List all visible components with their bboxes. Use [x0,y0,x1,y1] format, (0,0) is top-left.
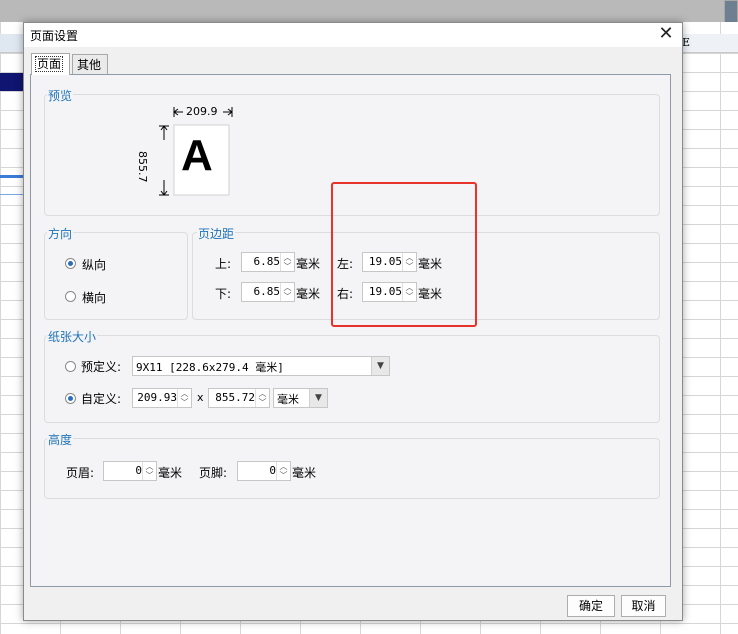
preview-height-label: 855.7 [136,151,149,183]
page-setup-dialog: 页面设置 ✕ 页面 其他 预览 209.9 855.7 A 方向 纵向 横向 页… [23,22,683,621]
custom-width-value: 209.93 [137,391,177,404]
header-stepper[interactable]: 0 ︿ ﹀ [103,461,157,481]
tab-page[interactable]: 页面 [31,53,70,75]
custom-width-stepper[interactable]: 209.93 ︿ ﹀ [132,388,192,408]
paper-size-group-title: 纸张大小 [47,328,98,345]
preset-radio[interactable] [65,361,76,372]
dialog-title: 页面设置 [30,29,79,43]
chevron-down-icon[interactable]: ▼ [371,357,389,375]
annotation-highlight-box [331,182,477,327]
footer-value: 0 [269,464,276,477]
stepper-arrows-icon[interactable]: ︿ ﹀ [280,283,294,301]
tab-other-label: 其他 [77,58,102,72]
margin-bottom-unit: 毫米 [296,287,321,301]
selection-indicator-thin [0,194,24,195]
margin-bottom-value: 6.85 [253,285,281,298]
portrait-label[interactable]: 纵向 [82,256,106,273]
custom-radio[interactable] [65,393,76,404]
paper-size-group [44,335,660,423]
tab-panel-page: 预览 209.9 855.7 A 方向 纵向 横向 页边距 上: 6.85 ︿ … [30,74,671,587]
header-value: 0 [135,464,142,477]
app-top-bar [0,0,738,22]
stepper-arrows-icon[interactable]: ︿ ﹀ [280,253,294,271]
landscape-radio[interactable] [65,291,76,302]
unit-select[interactable]: 毫米 ▼ [273,388,328,408]
portrait-radio[interactable] [65,258,76,269]
preview-sample-letter: A [181,131,213,180]
custom-label[interactable]: 自定义: [81,390,121,407]
stepper-arrows-icon[interactable]: ︿ ﹀ [276,462,290,480]
margin-top-label: 上: [215,257,232,271]
tab-other[interactable]: 其他 [72,54,108,74]
preset-select-value: 9X11 [228.6x279.4 毫米] [136,361,284,374]
orientation-group-title: 方向 [47,225,74,242]
landscape-label[interactable]: 横向 [82,289,106,306]
preset-label[interactable]: 预定义: [81,358,121,375]
close-icon[interactable]: ✕ [656,24,676,44]
row-header-corner [0,34,24,52]
selected-cell-band [0,73,24,91]
chevron-down-icon[interactable]: ▼ [309,389,327,407]
cancel-button[interactable]: 取消 [621,595,666,617]
ok-button[interactable]: 确定 [567,595,615,617]
dialog-titlebar: 页面设置 ✕ [24,23,682,47]
selection-indicator [0,175,24,178]
unit-select-value: 毫米 [277,393,299,406]
margin-bottom-stepper[interactable]: 6.85 ︿ ﹀ [241,282,295,302]
header-unit: 毫米 [158,466,183,480]
header-label: 页眉: [66,466,95,480]
preview-width-label: 209.9 [186,105,218,118]
stepper-arrows-icon[interactable]: ︿ ﹀ [255,389,269,407]
times-symbol: x [197,391,204,404]
custom-height-stepper[interactable]: 855.72 ︿ ﹀ [208,388,270,408]
margin-bottom-label: 下: [215,287,232,301]
margin-top-value: 6.85 [253,255,281,268]
height-group-title: 高度 [47,431,74,448]
footer-stepper[interactable]: 0 ︿ ﹀ [237,461,291,481]
margin-top-stepper[interactable]: 6.85 ︿ ﹀ [241,252,295,272]
preview-group-title: 预览 [47,87,74,104]
tab-page-label: 页面 [34,56,64,72]
custom-height-value: 855.72 [215,391,255,404]
orientation-group [44,232,188,320]
column-e-header: E [682,36,691,49]
preset-select[interactable]: 9X11 [228.6x279.4 毫米] ▼ [132,356,390,376]
stepper-arrows-icon[interactable]: ︿ ﹀ [142,462,156,480]
top-bar-scroll-tab [724,0,738,22]
footer-label: 页脚: [199,466,228,480]
margin-top-unit: 毫米 [296,257,321,271]
stepper-arrows-icon[interactable]: ︿ ﹀ [177,389,191,407]
margins-group-title: 页边距 [197,225,236,242]
footer-unit: 毫米 [292,466,317,480]
